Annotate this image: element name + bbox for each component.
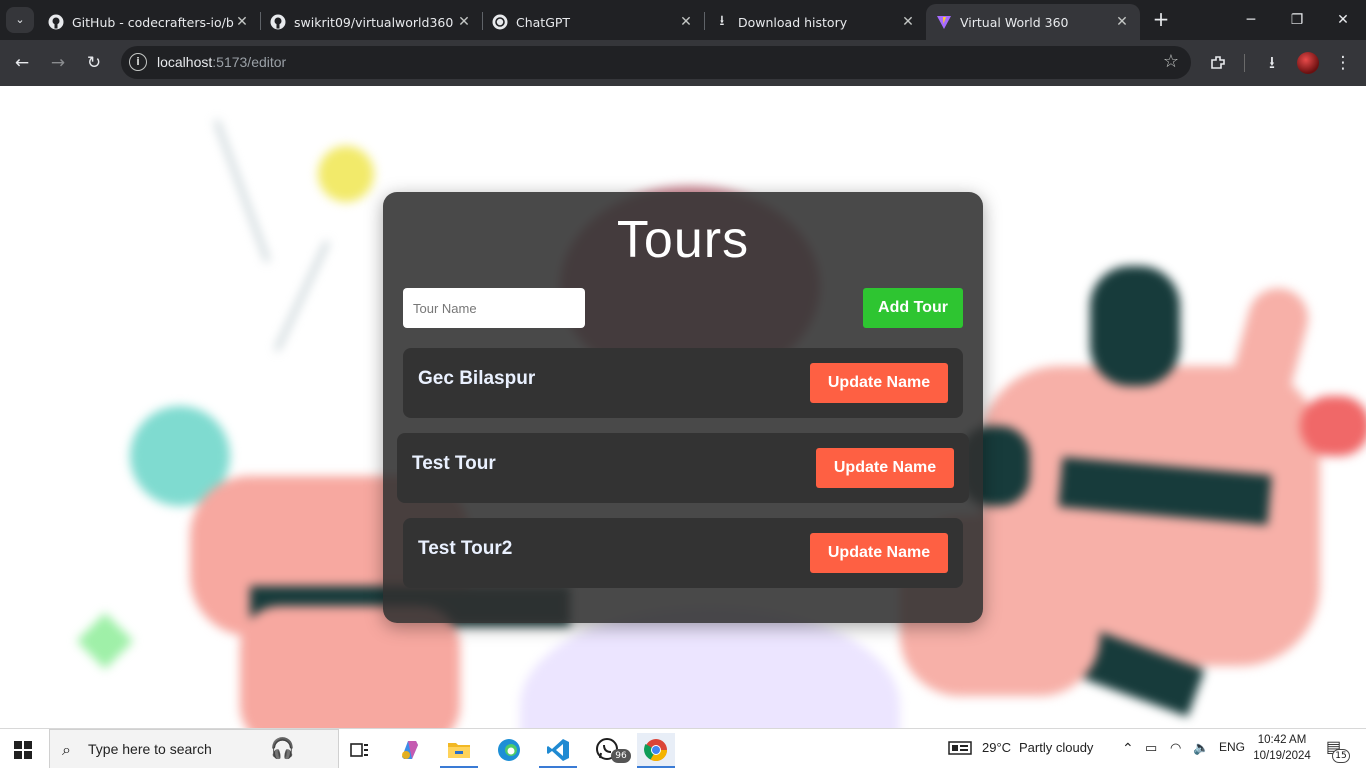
language-indicator[interactable]: ENG bbox=[1219, 740, 1245, 754]
tab-chatgpt[interactable]: ChatGPT ✕ bbox=[482, 4, 704, 40]
profile-avatar[interactable] bbox=[1297, 52, 1319, 74]
copilot-illustration-icon: 🎧 bbox=[270, 736, 295, 760]
file-explorer-icon[interactable] bbox=[440, 733, 478, 768]
notification-badge: 15 bbox=[1332, 749, 1350, 763]
vite-icon bbox=[936, 14, 952, 30]
battery-icon[interactable]: ▭ bbox=[1145, 740, 1157, 756]
weather-desc[interactable]: Partly cloudy bbox=[1019, 740, 1093, 755]
wifi-icon[interactable]: ◠ bbox=[1170, 740, 1181, 756]
tab-virtual-world-360[interactable]: Virtual World 360 ✕ bbox=[926, 4, 1140, 40]
tour-row: Test Tour Update Name bbox=[397, 433, 969, 503]
add-tour-button[interactable]: Add Tour bbox=[863, 288, 963, 328]
download-icon: ⭳ bbox=[719, 13, 725, 29]
menu-kebab-icon[interactable]: ⋮ bbox=[1330, 50, 1356, 76]
task-view-icon[interactable] bbox=[341, 733, 379, 767]
edge-icon[interactable] bbox=[490, 733, 528, 767]
chrome-icon[interactable] bbox=[637, 733, 675, 768]
clock-time: 10:42 AM bbox=[1257, 734, 1307, 746]
reload-icon[interactable]: ↻ bbox=[81, 50, 107, 76]
site-info-icon[interactable]: i bbox=[129, 53, 147, 71]
tour-row: Gec Bilaspur Update Name bbox=[403, 348, 963, 418]
volume-icon[interactable]: 🔈 bbox=[1193, 740, 1209, 756]
windows-start-icon[interactable] bbox=[14, 741, 32, 759]
address-bar[interactable]: i localhost:5173/editor ☆ bbox=[121, 46, 1191, 79]
github-icon bbox=[270, 14, 286, 30]
tours-panel: Tours Add Tour Gec Bilaspur Update Name … bbox=[383, 192, 983, 623]
browser-toolbar: ← → ↻ i localhost:5173/editor ☆ ⭳ ⋮ bbox=[0, 40, 1366, 86]
vscode-icon[interactable] bbox=[539, 733, 577, 768]
downloads-icon[interactable]: ⭳ bbox=[1259, 50, 1285, 76]
tab-github[interactable]: GitHub - codecrafters-io/bui ✕ bbox=[38, 4, 260, 40]
update-name-button[interactable]: Update Name bbox=[810, 363, 948, 403]
tour-name: Gec Bilaspur bbox=[418, 368, 536, 389]
restore-icon[interactable]: ❐ bbox=[1274, 0, 1320, 40]
new-tab-button[interactable]: + bbox=[1150, 8, 1172, 32]
tour-name-input[interactable] bbox=[403, 288, 585, 328]
update-name-button[interactable]: Update Name bbox=[810, 533, 948, 573]
extensions-icon[interactable] bbox=[1205, 50, 1231, 76]
clock-date: 10/19/2024 bbox=[1253, 750, 1311, 762]
weather-temp[interactable]: 29°C bbox=[982, 740, 1011, 755]
page-viewport: Tours Add Tour Gec Bilaspur Update Name … bbox=[0, 86, 1366, 728]
close-icon[interactable]: ✕ bbox=[456, 14, 472, 30]
github-icon bbox=[48, 14, 64, 30]
minimize-icon[interactable]: ─ bbox=[1228, 0, 1274, 40]
chatgpt-icon bbox=[492, 14, 508, 30]
tour-row: Test Tour2 Update Name bbox=[403, 518, 963, 588]
search-icon: ⌕ bbox=[62, 740, 71, 759]
tab-download-history[interactable]: ⭳ Download history ✕ bbox=[704, 4, 926, 40]
page-title: Tours bbox=[616, 211, 750, 269]
back-icon[interactable]: ← bbox=[9, 50, 35, 76]
window-close-icon[interactable]: ✕ bbox=[1320, 0, 1366, 40]
close-icon[interactable]: ✕ bbox=[678, 14, 694, 30]
tour-name: Test Tour2 bbox=[418, 538, 513, 559]
chevron-up-icon[interactable]: ⌃ bbox=[1122, 740, 1134, 757]
tab-virtualworld360-repo[interactable]: swikrit09/virtualworld360 ✕ bbox=[260, 4, 482, 40]
close-icon[interactable]: ✕ bbox=[900, 14, 916, 30]
url-host: localhost bbox=[157, 54, 213, 70]
whatsapp-badge: 96 bbox=[611, 749, 631, 763]
taskbar: ⌕ Type here to search 🎧 96 29°C Partly c… bbox=[0, 728, 1366, 768]
whatsapp-icon[interactable]: 96 bbox=[589, 733, 631, 767]
system-clock[interactable]: 10:42 AM 10/19/2024 bbox=[1248, 732, 1316, 764]
copilot-icon[interactable] bbox=[391, 733, 429, 767]
url-path: :5173/editor bbox=[212, 54, 287, 70]
taskbar-search[interactable]: ⌕ Type here to search 🎧 bbox=[49, 729, 339, 768]
close-icon[interactable]: ✕ bbox=[1114, 14, 1130, 30]
tour-name: Test Tour bbox=[412, 453, 496, 474]
forward-icon[interactable]: → bbox=[45, 50, 71, 76]
tab-search-button[interactable]: ⌄ bbox=[6, 7, 34, 33]
update-name-button[interactable]: Update Name bbox=[816, 448, 954, 488]
bookmark-star-icon[interactable]: ☆ bbox=[1163, 51, 1179, 72]
close-icon[interactable]: ✕ bbox=[234, 14, 250, 30]
weather-icon[interactable] bbox=[948, 740, 972, 759]
tab-strip: ⌄ GitHub - codecrafters-io/bui ✕ swikrit… bbox=[0, 0, 1366, 40]
